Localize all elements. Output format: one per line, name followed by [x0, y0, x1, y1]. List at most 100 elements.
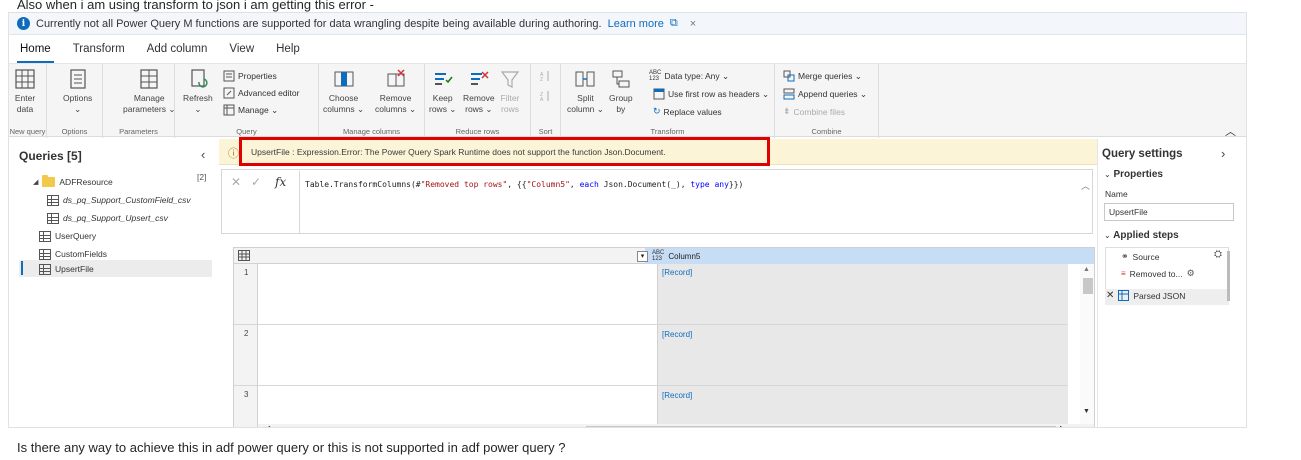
append-queries-label: Append queries ⌄	[798, 88, 868, 99]
ribbon: Enter data New query Options ⌄ Options M…	[9, 63, 1246, 138]
sort-ascending-icon: AZ	[540, 71, 549, 82]
split-column-label-2: column ⌄	[567, 104, 604, 114]
sort-ascending-button[interactable]: AZ	[539, 70, 551, 82]
refresh-button[interactable]: Refresh ⌄	[183, 68, 213, 115]
scroll-down-icon[interactable]: ▼	[1083, 408, 1090, 415]
query-name-input[interactable]: UpsertFile	[1104, 203, 1234, 221]
remove-rows-label-2: rows ⌄	[465, 104, 493, 114]
post-question-text: Is there any way to achieve this in adf …	[17, 440, 566, 455]
remove-rows-icon	[470, 71, 489, 85]
sort-descending-icon: ZA	[540, 91, 549, 102]
applied-steps-section-header[interactable]: ⌄ Applied steps	[1104, 230, 1179, 241]
choose-columns-icon	[334, 71, 354, 87]
keep-rows-label-1: Keep	[432, 93, 453, 103]
replace-values-button[interactable]: ↻ Replace values	[653, 106, 722, 117]
manage-parameters-button[interactable]: Manage parameters ⌄	[123, 68, 175, 115]
sort-descending-button[interactable]: ZA	[539, 90, 551, 102]
column5-header[interactable]: ▾ ABC 123 Column5	[637, 248, 1094, 264]
table-menu-icon[interactable]	[238, 250, 250, 261]
record-link[interactable]: [Record]	[662, 391, 692, 400]
keep-rows-button[interactable]: Keep rows ⌄	[429, 68, 456, 115]
column-type-icon[interactable]: ABC 123	[652, 250, 664, 262]
merge-queries-button[interactable]: Merge queries ⌄	[783, 70, 862, 82]
enter-data-button[interactable]: Enter data	[14, 68, 36, 115]
step-item-selected[interactable]: ✕ Parsed JSON	[1106, 290, 1185, 301]
merge-queries-icon	[783, 70, 795, 82]
formula-cancel-icon[interactable]: ✕	[231, 175, 241, 189]
data-type-dropdown[interactable]: ABC 123 Data type: Any ⌄	[649, 70, 729, 82]
ribbon-group-options: Options ⌄ Options	[47, 64, 103, 138]
refresh-label-2: ⌄	[194, 104, 202, 114]
formula-input[interactable]: Table.TransformColumns(#"Removed top row…	[305, 180, 743, 189]
record-link[interactable]: [Record]	[662, 330, 692, 339]
use-first-row-as-headers-button[interactable]: Use first row as headers ⌄	[653, 88, 769, 100]
append-queries-button[interactable]: Append queries ⌄	[783, 88, 867, 100]
table-icon	[47, 194, 59, 206]
name-label: Name	[1105, 189, 1128, 199]
record-link[interactable]: [Record]	[662, 268, 692, 277]
tab-add-column[interactable]: Add column	[136, 37, 219, 61]
tab-help[interactable]: Help	[265, 37, 311, 61]
filter-rows-button[interactable]: Filter rows	[499, 68, 521, 115]
tab-home[interactable]: Home	[9, 37, 62, 63]
options-button[interactable]: Options ⌄	[63, 68, 92, 115]
group-label-parameters: Parameters	[119, 127, 158, 136]
vertical-scroll-thumb[interactable]	[1083, 278, 1093, 294]
remove-rows-button[interactable]: Remove rows ⌄	[463, 68, 495, 115]
merge-queries-label: Merge queries ⌄	[798, 70, 862, 81]
step-settings-icon[interactable]: ⛭	[1214, 249, 1222, 260]
query-folder-adfresource[interactable]: ◢ ADFResource	[33, 174, 113, 190]
ribbon-group-sort: AZ ZA Sort	[531, 64, 561, 138]
remove-columns-button[interactable]: Remove columns ⌄	[375, 68, 416, 115]
formula-keyword: any	[714, 180, 729, 189]
formula-part: , {{	[507, 180, 527, 189]
scroll-right-icon[interactable]: ▶	[1060, 424, 1066, 427]
step-label: Source	[1132, 251, 1160, 262]
query-item-selected[interactable]: UpsertFile	[39, 261, 94, 277]
row-number: 2	[244, 329, 249, 338]
properties-button[interactable]: Properties	[223, 70, 277, 82]
properties-section-header[interactable]: ⌄ Properties	[1104, 169, 1163, 180]
expand-formula-icon[interactable]: ︿	[1081, 179, 1090, 192]
query-item[interactable]: UserQuery	[39, 228, 96, 244]
collapse-queries-icon[interactable]: ‹	[201, 147, 205, 162]
power-query-editor-screenshot: i Currently not all Power Query M functi…	[8, 12, 1247, 428]
collapse-ribbon-icon[interactable]: ︿	[1225, 123, 1236, 139]
formula-commit-icon[interactable]: ✓	[251, 175, 261, 189]
step-settings-gear-icon[interactable]: ⚙	[1187, 268, 1195, 279]
horizontal-scroll-thumb[interactable]	[586, 426, 1056, 427]
split-column-button[interactable]: Split column ⌄	[567, 68, 604, 115]
tab-view[interactable]: View	[218, 37, 265, 61]
ribbon-tabs: Home Transform Add column View Help	[9, 37, 311, 63]
row-number-column	[234, 264, 258, 427]
scroll-up-icon[interactable]: ▲	[1083, 266, 1090, 273]
expand-folder-icon[interactable]: ◢	[33, 178, 38, 186]
steps-scrollbar[interactable]	[1227, 251, 1230, 301]
formula-part: Table.TransformColumns(#	[305, 180, 421, 189]
combine-files-button[interactable]: ⇟ Combine files	[783, 106, 845, 117]
banner-close-icon[interactable]: ×	[690, 18, 696, 30]
group-label-manage-columns: Manage columns	[342, 127, 401, 136]
formula-keyword: each	[579, 180, 599, 189]
step-item[interactable]: ⚭ Source	[1121, 251, 1159, 262]
delete-step-icon[interactable]: ✕	[1106, 290, 1114, 301]
query-item-label: ds_pq_Support_CustomField_csv	[63, 195, 191, 205]
query-item[interactable]: ds_pq_Support_CustomField_csv	[47, 192, 191, 208]
scroll-left-icon[interactable]: ◀	[264, 424, 270, 427]
tab-transform[interactable]: Transform	[62, 37, 136, 61]
choose-columns-button[interactable]: Choose columns ⌄	[323, 68, 364, 115]
filter-rows-label-1: Filter	[500, 93, 520, 103]
column-filter-dropdown-icon[interactable]: ▾	[637, 250, 648, 262]
query-item[interactable]: ds_pq_Support_Upsert_csv	[47, 210, 168, 226]
learn-more-link[interactable]: Learn more	[608, 18, 664, 30]
step-item[interactable]: ≡ Removed to... ⚙	[1121, 268, 1195, 279]
collapse-settings-icon[interactable]: ›	[1221, 146, 1225, 161]
advanced-editor-button[interactable]: Advanced editor	[223, 87, 299, 99]
properties-label: Properties	[238, 71, 277, 81]
manage-query-button[interactable]: Manage ⌄	[223, 104, 278, 116]
group-by-button[interactable]: Group by	[609, 68, 633, 115]
parameters-icon	[140, 69, 158, 89]
chevron-down-icon: ⌄	[1104, 170, 1111, 179]
ribbon-group-parameters: Manage parameters ⌄ Parameters	[103, 64, 175, 138]
fx-icon: fx	[275, 175, 287, 189]
